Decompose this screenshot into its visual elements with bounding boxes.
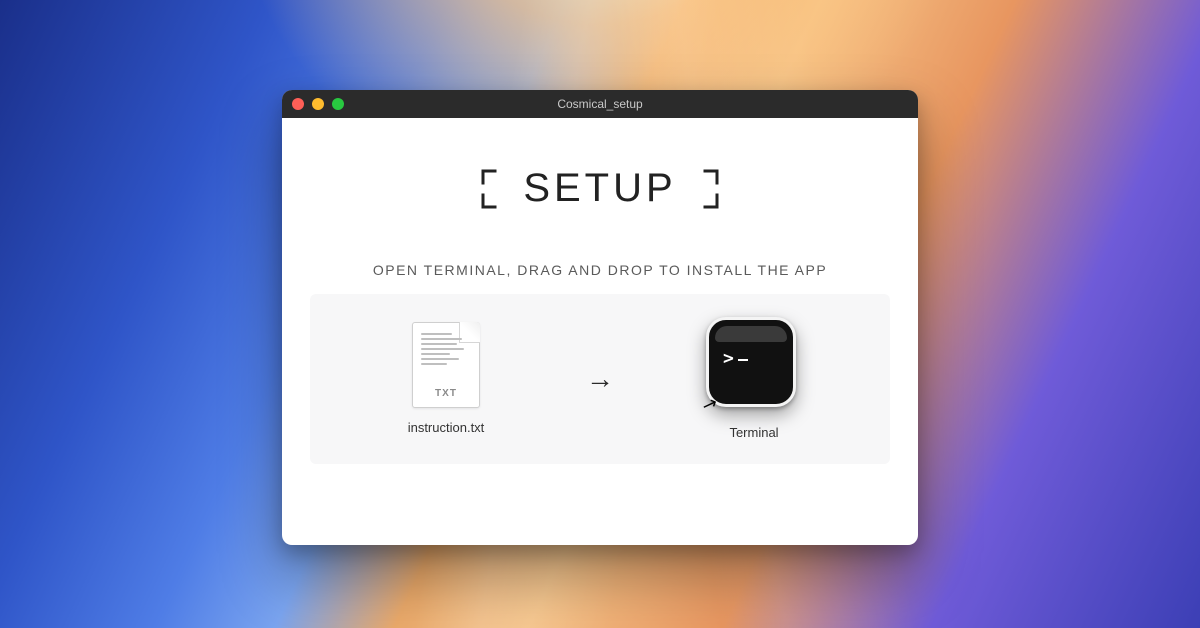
desktop-wallpaper: Cosmical_setup SETUP OPEN TERMINAL, DRAG… [0,0,1200,628]
target-app[interactable]: > ↗ Terminal [674,317,834,440]
bracket-right-icon [693,169,719,209]
bracket-left-icon [481,169,507,209]
instruction-text: OPEN TERMINAL, DRAG AND DROP TO INSTALL … [310,262,890,278]
setup-heading: SETUP [481,166,718,211]
drag-drop-tray: TXT instruction.txt → > ↗ Terminal [310,294,890,464]
source-file-label: instruction.txt [408,420,485,435]
window-title: Cosmical_setup [282,97,918,111]
setup-heading-text: SETUP [523,166,676,211]
alias-arrow-icon: ↗ [699,392,720,417]
window-titlebar[interactable]: Cosmical_setup [282,90,918,118]
zoom-button[interactable] [332,98,344,110]
source-file[interactable]: TXT instruction.txt [366,322,526,435]
text-file-icon: TXT [412,322,480,408]
arrow-right-icon: → [586,363,614,395]
text-badge: TXT [413,388,479,399]
terminal-icon: > [706,317,796,407]
target-app-label: Terminal [729,425,778,440]
terminal-prompt-icon: > [723,348,748,369]
window-controls [292,98,344,110]
installer-window: Cosmical_setup SETUP OPEN TERMINAL, DRAG… [282,90,918,545]
minimize-button[interactable] [312,98,324,110]
window-content: SETUP OPEN TERMINAL, DRAG AND DROP TO IN… [282,118,918,488]
close-button[interactable] [292,98,304,110]
text-file-lines-icon [421,333,469,365]
